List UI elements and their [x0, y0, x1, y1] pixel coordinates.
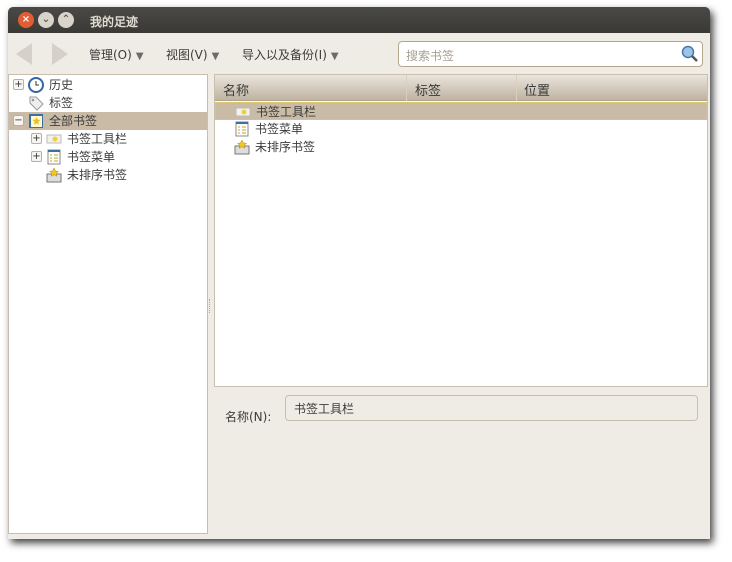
import-backup-menu[interactable]: 导入以及备份(I) ▼ — [242, 46, 339, 63]
bookmarks-icon — [29, 114, 43, 128]
back-button[interactable] — [16, 43, 32, 65]
maximize-button[interactable]: ⌃ — [58, 12, 74, 28]
menu-label: 导入以及备份(I) — [242, 48, 327, 62]
search-placeholder: 搜索书签 — [406, 49, 455, 63]
pane-splitter[interactable] — [209, 299, 212, 313]
bookmark-toolbar-icon — [46, 134, 62, 144]
bookmark-menu-icon — [235, 121, 249, 137]
close-button[interactable]: × — [18, 12, 34, 28]
tree-item-tags[interactable]: 标签 — [9, 94, 207, 112]
tree-item-label: 标签 — [49, 96, 74, 110]
tree-item-bookmark-menu[interactable]: + 书签菜单 — [9, 148, 207, 166]
bookmark-toolbar-icon — [235, 107, 251, 117]
sidebar-tree: + 历史 标签 − 全部书签 + 书签工具栏 + 书签菜单 未排序书签 — [8, 74, 208, 534]
dropdown-arrow-icon: ▼ — [330, 51, 339, 62]
column-divider[interactable] — [516, 75, 517, 101]
tree-item-bookmark-toolbar[interactable]: + 书签工具栏 — [9, 130, 207, 148]
search-icon — [681, 45, 698, 62]
expand-toggle[interactable]: + — [31, 133, 42, 144]
tag-icon — [29, 96, 44, 111]
list-header: 名称 标签 位置 — [215, 75, 707, 101]
forward-button[interactable] — [52, 43, 68, 65]
window-title: 我的足迹 — [90, 15, 139, 29]
view-menu[interactable]: 视图(V) ▼ — [166, 46, 219, 63]
expand-toggle[interactable]: + — [31, 151, 42, 162]
menu-label: 视图(V) — [166, 48, 208, 62]
column-header-tags[interactable]: 标签 — [415, 80, 441, 99]
tree-item-label: 历史 — [49, 78, 74, 92]
column-header-name[interactable]: 名称 — [223, 80, 249, 99]
column-header-location[interactable]: 位置 — [524, 80, 550, 99]
organize-menu[interactable]: 管理(O) ▼ — [89, 46, 144, 63]
column-divider[interactable] — [406, 75, 407, 101]
dropdown-arrow-icon: ▼ — [211, 51, 220, 62]
bookmark-list: 名称 标签 位置 书签工具栏 书签菜单 未排序书签 — [214, 74, 708, 387]
tree-item-label: 书签工具栏 — [67, 132, 128, 146]
row-name: 书签菜单 — [255, 122, 304, 136]
unsorted-bookmarks-icon — [234, 139, 250, 155]
minimize-button[interactable]: ⌄ — [38, 12, 54, 28]
list-row[interactable]: 书签菜单 — [215, 120, 707, 138]
row-name: 未排序书签 — [255, 140, 316, 154]
unsorted-bookmarks-icon — [46, 167, 62, 183]
expand-toggle[interactable]: + — [13, 79, 24, 90]
list-row[interactable]: 未排序书签 — [215, 138, 707, 156]
bookmark-menu-icon — [47, 149, 61, 165]
menu-label: 管理(O) — [89, 48, 132, 62]
toolbar: 管理(O) ▼ 视图(V) ▼ 导入以及备份(I) ▼ 搜索书签 — [8, 33, 710, 73]
name-field-label: 名称(N): — [225, 410, 272, 424]
tree-item-history[interactable]: + 历史 — [9, 76, 207, 94]
tree-item-label: 未排序书签 — [67, 168, 128, 182]
tree-item-unsorted-bookmarks[interactable]: 未排序书签 — [9, 166, 207, 184]
library-window: × ⌄ ⌃ 我的足迹 管理(O) ▼ 视图(V) ▼ 导入以及备份(I) ▼ 搜索书签… — [8, 7, 710, 539]
name-field[interactable]: 书签工具栏 — [285, 395, 698, 421]
collapse-toggle[interactable]: − — [13, 115, 24, 126]
row-name: 书签工具栏 — [256, 105, 317, 119]
tree-item-all-bookmarks[interactable]: − 全部书签 — [9, 112, 207, 130]
tree-item-label: 书签菜单 — [67, 150, 116, 164]
title-bar: × ⌄ ⌃ 我的足迹 — [8, 7, 710, 33]
search-input[interactable]: 搜索书签 — [398, 41, 703, 67]
clock-icon — [28, 77, 44, 93]
list-row[interactable]: 书签工具栏 — [215, 102, 707, 120]
dropdown-arrow-icon: ▼ — [135, 51, 144, 62]
tree-item-label: 全部书签 — [49, 114, 98, 128]
